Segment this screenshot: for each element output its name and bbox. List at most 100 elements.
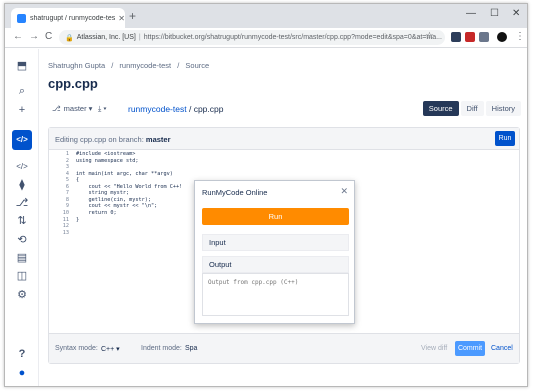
tab-bar: shatrugupt / runmycode-test / so... ✕ + … bbox=[5, 4, 527, 28]
breadcrumb: Shatrughn Gupta / runmycode-test / Sourc… bbox=[48, 61, 213, 70]
breadcrumb-user[interactable]: Shatrughn Gupta bbox=[48, 61, 105, 70]
browser-window: shatrugupt / runmycode-test / so... ✕ + … bbox=[4, 3, 528, 387]
new-tab-button[interactable]: + bbox=[129, 9, 136, 23]
commit-button[interactable]: Commit bbox=[455, 341, 485, 356]
editor-header: Editing cpp.cpp on branch: master Run bbox=[49, 128, 519, 150]
line-text: getline(cin, mystr); bbox=[76, 196, 151, 203]
line-number: 4 bbox=[65, 170, 69, 177]
branch-icon: ⎇ bbox=[52, 104, 61, 113]
output-section[interactable]: Output bbox=[202, 256, 349, 273]
line-text: #include <iostream> bbox=[76, 151, 136, 157]
tab-title: shatrugupt / runmycode-test / so... bbox=[30, 14, 116, 22]
tab-history[interactable]: History bbox=[485, 101, 521, 116]
minimize-button[interactable]: — bbox=[466, 8, 476, 19]
repo-link[interactable]: runmycode-test bbox=[128, 104, 187, 114]
pipelines-icon[interactable]: ⟲ bbox=[14, 233, 30, 247]
extension-icon[interactable] bbox=[479, 32, 489, 42]
tab-close-icon[interactable]: ✕ bbox=[118, 14, 125, 23]
download-button[interactable]: ⤓ ▾ bbox=[94, 101, 111, 116]
line-number: 11 bbox=[62, 216, 69, 223]
lock-icon: 🔒 bbox=[65, 34, 74, 42]
file-path: runmycode-test / cpp.cpp bbox=[128, 104, 223, 114]
line-text: cout << mystr << "\n"; bbox=[76, 203, 158, 210]
settings-icon[interactable]: ⚙ bbox=[14, 288, 30, 302]
back-button[interactable]: ← bbox=[13, 31, 23, 42]
line-text: return 0; bbox=[76, 209, 117, 216]
url-text: https://bitbucket.org/shatrugupt/runmyco… bbox=[143, 34, 442, 41]
syntax-mode-label: Syntax mode: bbox=[55, 345, 98, 352]
line-number: 10 bbox=[62, 209, 69, 216]
forward-button[interactable]: → bbox=[29, 31, 39, 42]
help-icon[interactable]: ? bbox=[14, 347, 30, 361]
source-icon[interactable]: </> bbox=[14, 160, 30, 174]
site-owner: Atlassian, Inc. [US] bbox=[76, 34, 136, 41]
breadcrumb-repo[interactable]: runmycode-test bbox=[119, 61, 171, 70]
editor-footer: Syntax mode: C++ ▾ Indent mode: Spa View… bbox=[49, 333, 519, 363]
popup-run-button[interactable]: Run bbox=[202, 208, 349, 225]
browser-tab[interactable]: shatrugupt / runmycode-test / so... ✕ bbox=[11, 8, 125, 28]
pull-requests-icon[interactable]: ⇅ bbox=[14, 214, 30, 228]
line-number: 12 bbox=[62, 223, 69, 230]
indent-mode-select[interactable]: Spa bbox=[185, 345, 197, 352]
line-number: 9 bbox=[65, 203, 69, 210]
line-number: 13 bbox=[62, 229, 69, 236]
address-bar[interactable]: 🔒 Atlassian, Inc. [US] | https://bitbuck… bbox=[59, 30, 445, 45]
path-separator: / bbox=[186, 104, 194, 114]
avatar[interactable]: ● bbox=[14, 366, 30, 380]
branch-selector[interactable]: ⎇ master ▾ bbox=[48, 101, 96, 116]
bitbucket-favicon-icon bbox=[17, 13, 26, 23]
omni-separator: | bbox=[138, 34, 141, 41]
breadcrumb-source[interactable]: Source bbox=[185, 61, 209, 70]
extension-icon[interactable] bbox=[451, 32, 461, 42]
line-number: 3 bbox=[65, 164, 69, 171]
line-text: { bbox=[76, 177, 80, 184]
line-text: string mystr; bbox=[76, 190, 130, 197]
reload-button[interactable]: C bbox=[45, 31, 52, 42]
view-diff-button[interactable]: View diff bbox=[421, 345, 447, 352]
sidebar: ⬒ ⌕ + </> </> ⧫ ⎇ ⇅ ⟲ ▤ ◫ ⚙ ? ● bbox=[5, 49, 39, 386]
line-number: 6 bbox=[65, 183, 69, 190]
code-active-icon[interactable]: </> bbox=[12, 130, 32, 150]
file-name: cpp.cpp bbox=[193, 104, 224, 114]
star-icon[interactable]: ☆ bbox=[425, 31, 434, 42]
breadcrumb-separator: / bbox=[111, 61, 114, 70]
tab-source[interactable]: Source bbox=[422, 101, 459, 116]
branch-label: master ▾ bbox=[63, 104, 93, 113]
deployments-icon[interactable]: ▤ bbox=[14, 251, 30, 265]
editing-prefix: Editing cpp.cpp on branch: bbox=[55, 135, 146, 144]
line-number: 8 bbox=[65, 196, 69, 203]
branches-icon[interactable]: ⎇ bbox=[14, 196, 30, 210]
line-text: using namespace std; bbox=[76, 157, 139, 164]
bitbucket-logo-icon[interactable]: ⬒ bbox=[14, 59, 30, 73]
indent-mode-label: Indent mode: bbox=[141, 345, 182, 352]
popup-title: RunMyCode Online bbox=[202, 188, 268, 197]
extension-icon[interactable] bbox=[465, 32, 475, 42]
profile-icon[interactable] bbox=[497, 32, 507, 42]
file-toolbar: ⎇ master ▾ ⤓ ▾ runmycode-test / cpp.cpp … bbox=[48, 101, 523, 117]
run-button[interactable]: Run bbox=[495, 131, 515, 146]
menu-icon[interactable]: ⋮ bbox=[515, 31, 525, 42]
runmycode-popup: RunMyCode Online ✕ Run Input Output bbox=[194, 180, 355, 324]
close-window-button[interactable]: ✕ bbox=[512, 8, 520, 19]
view-switcher: Source Diff History bbox=[421, 101, 521, 116]
search-icon[interactable]: ⌕ bbox=[14, 84, 30, 98]
boards-icon[interactable]: ◫ bbox=[14, 269, 30, 283]
cancel-button[interactable]: Cancel bbox=[491, 345, 513, 352]
editing-branch: master bbox=[145, 135, 171, 144]
line-text: } bbox=[76, 216, 80, 223]
commits-icon[interactable]: ⧫ bbox=[14, 178, 30, 192]
address-row: ← → C 🔒 Atlassian, Inc. [US] | https://b… bbox=[5, 28, 527, 48]
syntax-mode-select[interactable]: C++ ▾ bbox=[101, 345, 120, 353]
output-textarea[interactable] bbox=[202, 273, 349, 316]
line-number: 2 bbox=[65, 157, 69, 164]
line-text: cout << "Hello World from C++! bbox=[76, 183, 183, 190]
maximize-button[interactable]: ☐ bbox=[490, 8, 499, 19]
create-icon[interactable]: + bbox=[14, 103, 30, 117]
breadcrumb-separator: / bbox=[177, 61, 180, 70]
close-icon[interactable]: ✕ bbox=[340, 186, 348, 197]
input-section[interactable]: Input bbox=[202, 234, 349, 251]
editing-label: Editing cpp.cpp on branch: master bbox=[55, 135, 171, 144]
line-number: 7 bbox=[65, 190, 69, 197]
page-title: cpp.cpp bbox=[48, 76, 98, 91]
tab-diff[interactable]: Diff bbox=[460, 101, 484, 116]
